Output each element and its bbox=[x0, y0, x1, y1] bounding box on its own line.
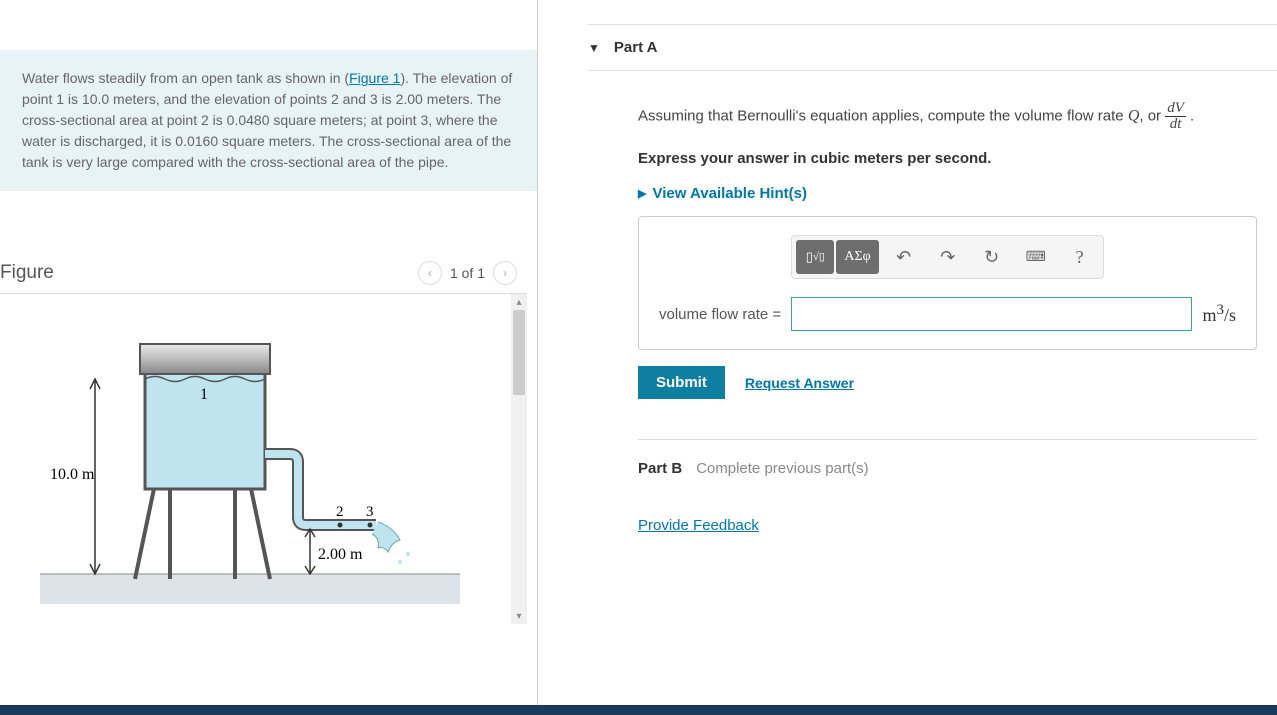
problem-statement: Water flows steadily from an open tank a… bbox=[0, 50, 537, 191]
question-after: . bbox=[1186, 107, 1194, 124]
hints-text: View Available Hint(s) bbox=[652, 185, 807, 202]
equation-toolbar: ▯√▯ ΑΣφ ↶ ↷ ↻ ⌨ ? bbox=[791, 235, 1103, 279]
part-b-text: Complete previous part(s) bbox=[696, 460, 869, 477]
greek-button[interactable]: ΑΣφ bbox=[836, 240, 878, 274]
figure-diagram: 1 2 3 10.0 m bbox=[40, 314, 460, 614]
height-10-label: 10.0 m bbox=[50, 466, 95, 483]
question-before: Assuming that Bernoulli's equation appli… bbox=[638, 107, 1128, 124]
problem-text-before: Water flows steadily from an open tank a… bbox=[22, 70, 349, 86]
answer-label: volume flow rate = bbox=[659, 306, 781, 323]
keyboard-icon: ⌨ bbox=[1026, 249, 1046, 266]
frac-denominator: dt bbox=[1165, 117, 1186, 132]
answer-input[interactable] bbox=[791, 297, 1192, 331]
view-hints-link[interactable]: ▶ View Available Hint(s) bbox=[638, 185, 1257, 202]
templates-button[interactable]: ▯√▯ bbox=[796, 240, 834, 274]
fraction-dvdt: dVdt bbox=[1165, 101, 1186, 132]
reset-button[interactable]: ↻ bbox=[973, 240, 1011, 274]
caret-right-icon: ▶ bbox=[638, 187, 646, 200]
answer-instruction: Express your answer in cubic meters per … bbox=[638, 150, 1257, 167]
undo-button[interactable]: ↶ bbox=[885, 240, 923, 274]
figure-nav-count: 1 of 1 bbox=[450, 265, 485, 281]
frac-numerator: dV bbox=[1165, 101, 1186, 117]
figure-scrollbar[interactable]: ▴ ▾ bbox=[511, 294, 527, 624]
answer-box: ▯√▯ ΑΣφ ↶ ↷ ↻ ⌨ ? volume flow rate = m3/… bbox=[638, 216, 1257, 350]
part-a-header[interactable]: ▼ Part A bbox=[588, 24, 1277, 71]
request-answer-link[interactable]: Request Answer bbox=[745, 375, 854, 391]
part-b-label: Part B bbox=[638, 460, 682, 477]
point-1-label: 1 bbox=[200, 386, 208, 403]
answer-unit: m3/s bbox=[1202, 302, 1236, 326]
point-2-label: 2 bbox=[336, 504, 344, 520]
figure-prev-button[interactable]: ‹ bbox=[418, 261, 442, 285]
scroll-up-icon[interactable]: ▴ bbox=[511, 294, 527, 310]
figure-next-button[interactable]: › bbox=[493, 261, 517, 285]
help-button[interactable]: ? bbox=[1061, 240, 1099, 274]
figure-link[interactable]: Figure 1 bbox=[349, 70, 400, 86]
part-b-section: Part B Complete previous part(s) bbox=[638, 439, 1257, 477]
figure-title: Figure bbox=[0, 262, 54, 284]
question-text: Assuming that Bernoulli's equation appli… bbox=[638, 101, 1257, 132]
height-2-label: 2.00 m bbox=[318, 546, 363, 563]
caret-down-icon: ▼ bbox=[588, 41, 600, 55]
keyboard-button[interactable]: ⌨ bbox=[1017, 240, 1055, 274]
provide-feedback-link[interactable]: Provide Feedback bbox=[638, 517, 759, 534]
redo-button[interactable]: ↷ bbox=[929, 240, 967, 274]
question-mid: , or bbox=[1139, 107, 1165, 124]
part-a-label: Part A bbox=[614, 39, 658, 56]
variable-Q: Q bbox=[1128, 107, 1140, 124]
point-3-label: 3 bbox=[366, 504, 374, 520]
scroll-thumb[interactable] bbox=[513, 310, 525, 395]
scroll-down-icon[interactable]: ▾ bbox=[511, 608, 527, 624]
submit-button[interactable]: Submit bbox=[638, 366, 725, 399]
footer-bar bbox=[0, 705, 1277, 715]
